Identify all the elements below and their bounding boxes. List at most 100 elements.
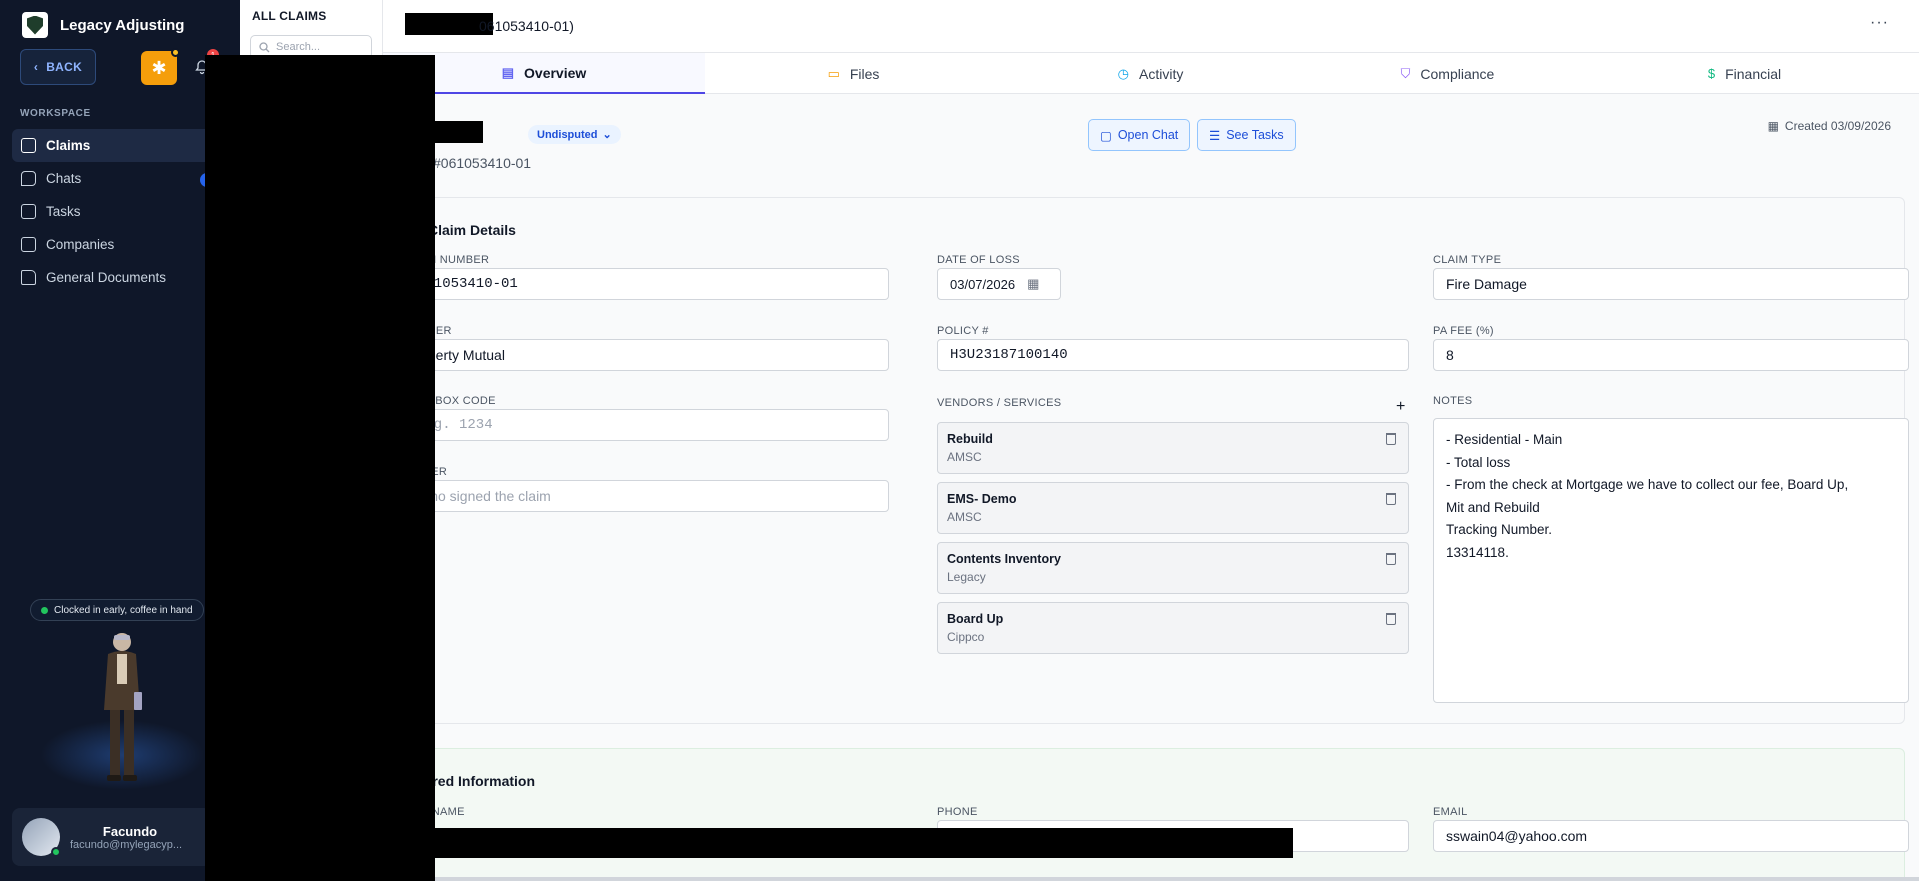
created-text: Created 03/09/2026 — [1784, 119, 1891, 133]
back-button[interactable]: ‹ BACK — [20, 49, 96, 85]
sidebar-item-label: General Documents — [46, 270, 167, 285]
notes-line: 13314118. — [1446, 544, 1509, 560]
lockbox-field[interactable]: e.g. 1234 — [398, 409, 889, 441]
chat-icon — [21, 171, 36, 186]
vendor-card[interactable]: Board Up Cippco — [937, 602, 1409, 654]
building-icon — [21, 237, 36, 252]
main-panel: 061053410-01) ··· ▤ Overview ▭ Files ◷ A… — [383, 0, 1919, 881]
calendar-icon[interactable]: ▦ — [1027, 276, 1039, 292]
sidebar-item-label: Companies — [46, 237, 115, 252]
sidebar: Legacy Adjusting ‹ BACK ✱ 1 WORKSPACE Cl… — [0, 0, 240, 881]
clock-status-text: Clocked in early, coffee in hand — [54, 604, 193, 616]
overview-content: Undisputed ⌄ #061053410-01 ▢ Open Chat ☰… — [383, 94, 1919, 881]
policy-label: POLICY # — [937, 325, 989, 337]
vendor-company: Legacy — [947, 570, 986, 584]
search-icon — [259, 41, 270, 52]
brand[interactable]: Legacy Adjusting — [22, 12, 184, 38]
date-of-loss-field[interactable]: 03/07/2026 ▦ — [937, 268, 1061, 300]
tab-compliance[interactable]: ⛉ Compliance — [1299, 53, 1596, 94]
vendor-name: Contents Inventory — [947, 552, 1061, 566]
notes-line: Mit and Rebuild — [1446, 499, 1540, 515]
see-tasks-button[interactable]: ☰ See Tasks — [1197, 119, 1296, 151]
notes-line: - Residential - Main — [1446, 432, 1563, 447]
document-icon: ▤ — [501, 64, 515, 80]
tab-financial[interactable]: $ Financial — [1596, 53, 1893, 94]
trash-icon[interactable] — [1386, 493, 1396, 505]
chevron-down-icon: ⌄ — [602, 129, 612, 141]
folder-icon: ▭ — [827, 65, 840, 81]
policy-field[interactable]: H3U23187100140 — [937, 339, 1409, 371]
open-chat-button[interactable]: ▢ Open Chat — [1088, 119, 1191, 151]
card-title: Claim Details — [428, 222, 516, 238]
email-label: EMAIL — [1433, 806, 1468, 818]
notes-textarea[interactable]: - Residential - Main - Total loss - From… — [1433, 418, 1909, 703]
trash-icon[interactable] — [1386, 613, 1396, 625]
email-field[interactable]: sswain04@yahoo.com — [1433, 820, 1909, 852]
trash-icon[interactable] — [1386, 433, 1396, 445]
chaser-field[interactable]: Who signed the claim — [398, 480, 889, 512]
user-email: facundo@mylegacyp... — [70, 838, 183, 851]
insured-info-card: sured Information LL NAME PHONE 64655452… — [403, 748, 1909, 881]
notes-line: - Total loss — [1446, 454, 1511, 470]
carrier-field[interactable]: Liberty Mutual — [398, 339, 889, 371]
dollar-icon: $ — [1707, 66, 1716, 81]
list-check-icon: ☰ — [1209, 128, 1221, 143]
tab-files[interactable]: ▭ Files — [705, 53, 1002, 94]
user-card[interactable]: Facundo facundo@mylegacyp... — [12, 808, 212, 866]
vendor-card[interactable]: EMS- Demo AMSC — [937, 482, 1409, 534]
status-label: Undisputed — [537, 128, 598, 141]
vendors-label: VENDORS / SERVICES — [937, 397, 1062, 409]
checkbox-icon — [21, 204, 36, 219]
tab-activity[interactable]: ◷ Activity — [1002, 53, 1299, 94]
redaction-block — [383, 828, 1293, 858]
claim-reference: #061053410-01 — [433, 155, 532, 171]
horizontal-scrollbar[interactable] — [383, 877, 1919, 881]
claim-number-field[interactable]: 061053410-01 — [398, 268, 889, 300]
notes-line: - From the check at Mortgage we have to … — [1446, 477, 1849, 492]
redaction-block — [205, 55, 435, 881]
tab-label: Overview — [524, 64, 587, 81]
calendar-icon: ▦ — [1767, 119, 1779, 133]
vendor-card[interactable]: Contents Inventory Legacy — [937, 542, 1409, 594]
claims-list-title: ALL CLAIMS — [252, 9, 327, 23]
created-date: ▦ Created 03/09/2026 — [1768, 119, 1891, 133]
vendor-company: AMSC — [947, 450, 982, 464]
notes-label: NOTES — [1433, 395, 1473, 407]
add-vendor-icon[interactable]: + — [1396, 398, 1405, 416]
user-name: Facundo — [102, 823, 158, 839]
claim-type-field[interactable]: Fire Damage — [1433, 268, 1909, 300]
tab-label: Compliance — [1420, 65, 1495, 82]
tab-label: Activity — [1139, 65, 1184, 82]
redaction-block — [433, 121, 483, 143]
claim-tabs: ▤ Overview ▭ Files ◷ Activity ⛉ Complian… — [383, 53, 1919, 94]
page-title: 061053410-01) — [479, 18, 574, 34]
see-tasks-label: See Tasks — [1226, 128, 1284, 142]
sidebar-item-label: Claims — [46, 138, 91, 153]
avatar — [22, 818, 61, 857]
more-options-icon[interactable]: ··· — [1870, 14, 1889, 32]
vendor-company: AMSC — [947, 510, 982, 524]
bug-report-button[interactable]: ✱ — [141, 48, 180, 85]
tab-label: Files — [849, 65, 880, 82]
open-chat-label: Open Chat — [1117, 128, 1179, 142]
pa-fee-label: PA FEE (%) — [1433, 325, 1494, 337]
workspace-label: WORKSPACE — [20, 108, 91, 119]
pa-fee-field[interactable]: 8 — [1433, 339, 1909, 371]
bug-dot — [171, 48, 180, 57]
chevron-left-icon: ‹ — [33, 60, 39, 74]
search-placeholder: Search... — [276, 41, 321, 53]
brand-name: Legacy Adjusting — [60, 16, 185, 34]
notes-line: Tracking Number. — [1446, 522, 1553, 537]
vendor-card[interactable]: Rebuild AMSC — [937, 422, 1409, 474]
claim-details-card: Claim Details AIM NUMBER 061053410-01 DA… — [398, 197, 1909, 724]
clock-status-pill: Clocked in early, coffee in hand — [30, 599, 204, 621]
tab-label: Financial — [1725, 65, 1782, 82]
claim-type-label: CLAIM TYPE — [1433, 254, 1502, 266]
document-icon — [21, 138, 36, 153]
vendor-name: EMS- Demo — [947, 492, 1017, 506]
chat-icon: ▢ — [1100, 128, 1112, 143]
vendor-company: Cippco — [947, 630, 985, 644]
status-dropdown[interactable]: Undisputed ⌄ — [528, 125, 621, 144]
trash-icon[interactable] — [1386, 553, 1396, 565]
logo-icon — [22, 12, 48, 38]
